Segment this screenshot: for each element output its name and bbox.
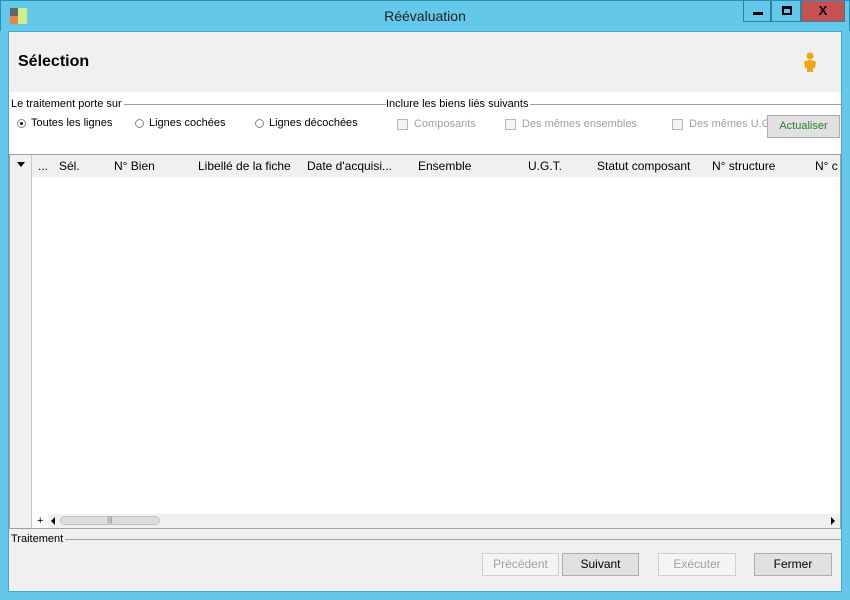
checkbox-same-ugt[interactable]: Des mêmes U.G.T. [672, 118, 782, 130]
title-bar: Réévaluation X [0, 0, 850, 31]
close-dialog-button[interactable]: Fermer [754, 553, 832, 576]
close-icon: X [818, 3, 828, 18]
maximize-icon [782, 6, 792, 15]
add-row-button[interactable]: + [37, 514, 43, 528]
execute-button[interactable]: Exécuter [658, 553, 736, 576]
radio-label: Lignes décochées [269, 117, 358, 129]
scope-legend: Le traitement porte sur [11, 98, 124, 110]
divider [119, 104, 387, 105]
radio-all-lines[interactable]: Toutes les lignes [17, 117, 112, 129]
user-icon [804, 52, 816, 72]
checkbox-components[interactable]: Composants [397, 118, 476, 130]
checkbox-label: Des mêmes ensembles [522, 118, 637, 130]
column-header[interactable]: Libellé de la fiche [198, 159, 291, 173]
radio-checked-lines[interactable]: Lignes cochées [135, 117, 225, 129]
radio-indicator [135, 118, 144, 128]
minimize-button[interactable] [743, 1, 771, 22]
column-header[interactable]: ... [38, 159, 48, 173]
footer: Traitement Précédent Suivant Exécuter Fe… [9, 532, 841, 592]
radio-unchecked-lines[interactable]: Lignes décochées [255, 117, 358, 129]
divider [64, 539, 841, 540]
footer-legend: Traitement [11, 533, 66, 545]
checkbox-box [505, 118, 516, 130]
data-grid[interactable]: ... Sél. N° Bien Libellé de la fiche Dat… [9, 154, 841, 529]
previous-button[interactable]: Précédent [482, 553, 559, 576]
horizontal-scrollbar[interactable]: ||| [48, 514, 840, 528]
column-header[interactable]: N° c [815, 159, 838, 173]
scroll-thumb[interactable]: ||| [60, 516, 160, 525]
divider [525, 104, 841, 105]
scroll-right-icon[interactable] [831, 517, 835, 525]
row-header-column [10, 155, 32, 528]
next-button[interactable]: Suivant [562, 553, 639, 576]
minimize-icon [753, 12, 763, 15]
checkbox-box [672, 118, 683, 130]
maximize-button[interactable] [771, 1, 801, 22]
dialog-client: Sélection Le traitement porte sur Inclur… [8, 31, 842, 592]
column-header[interactable]: Ensemble [418, 159, 471, 173]
column-header[interactable]: U.G.T. [528, 159, 562, 173]
column-header[interactable]: Statut composant [597, 159, 690, 173]
column-header[interactable]: Date d'acquisi... [307, 159, 392, 173]
radio-label: Lignes cochées [149, 117, 226, 129]
radio-indicator [17, 118, 26, 128]
linked-legend: Inclure les biens liés suivants [386, 98, 531, 110]
grid-header: ... Sél. N° Bien Libellé de la fiche Dat… [32, 155, 840, 177]
window-title: Réévaluation [384, 8, 466, 24]
radio-indicator [255, 118, 264, 128]
options-panel: Le traitement porte sur Inclure les bien… [9, 92, 841, 154]
checkbox-same-sets[interactable]: Des mêmes ensembles [505, 118, 637, 130]
close-button[interactable]: X [801, 1, 845, 22]
checkbox-box [397, 118, 408, 130]
header: Sélection [9, 32, 841, 92]
column-header[interactable]: Sél. [59, 159, 80, 173]
checkbox-label: Composants [414, 118, 476, 130]
scroll-left-icon[interactable] [51, 517, 55, 525]
radio-label: Toutes les lignes [31, 117, 113, 129]
column-chooser-icon[interactable] [17, 162, 25, 167]
page-title: Sélection [18, 53, 90, 70]
column-header[interactable]: N° Bien [114, 159, 155, 173]
refresh-button[interactable]: Actualiser [767, 115, 840, 138]
column-header[interactable]: N° structure [712, 159, 775, 173]
